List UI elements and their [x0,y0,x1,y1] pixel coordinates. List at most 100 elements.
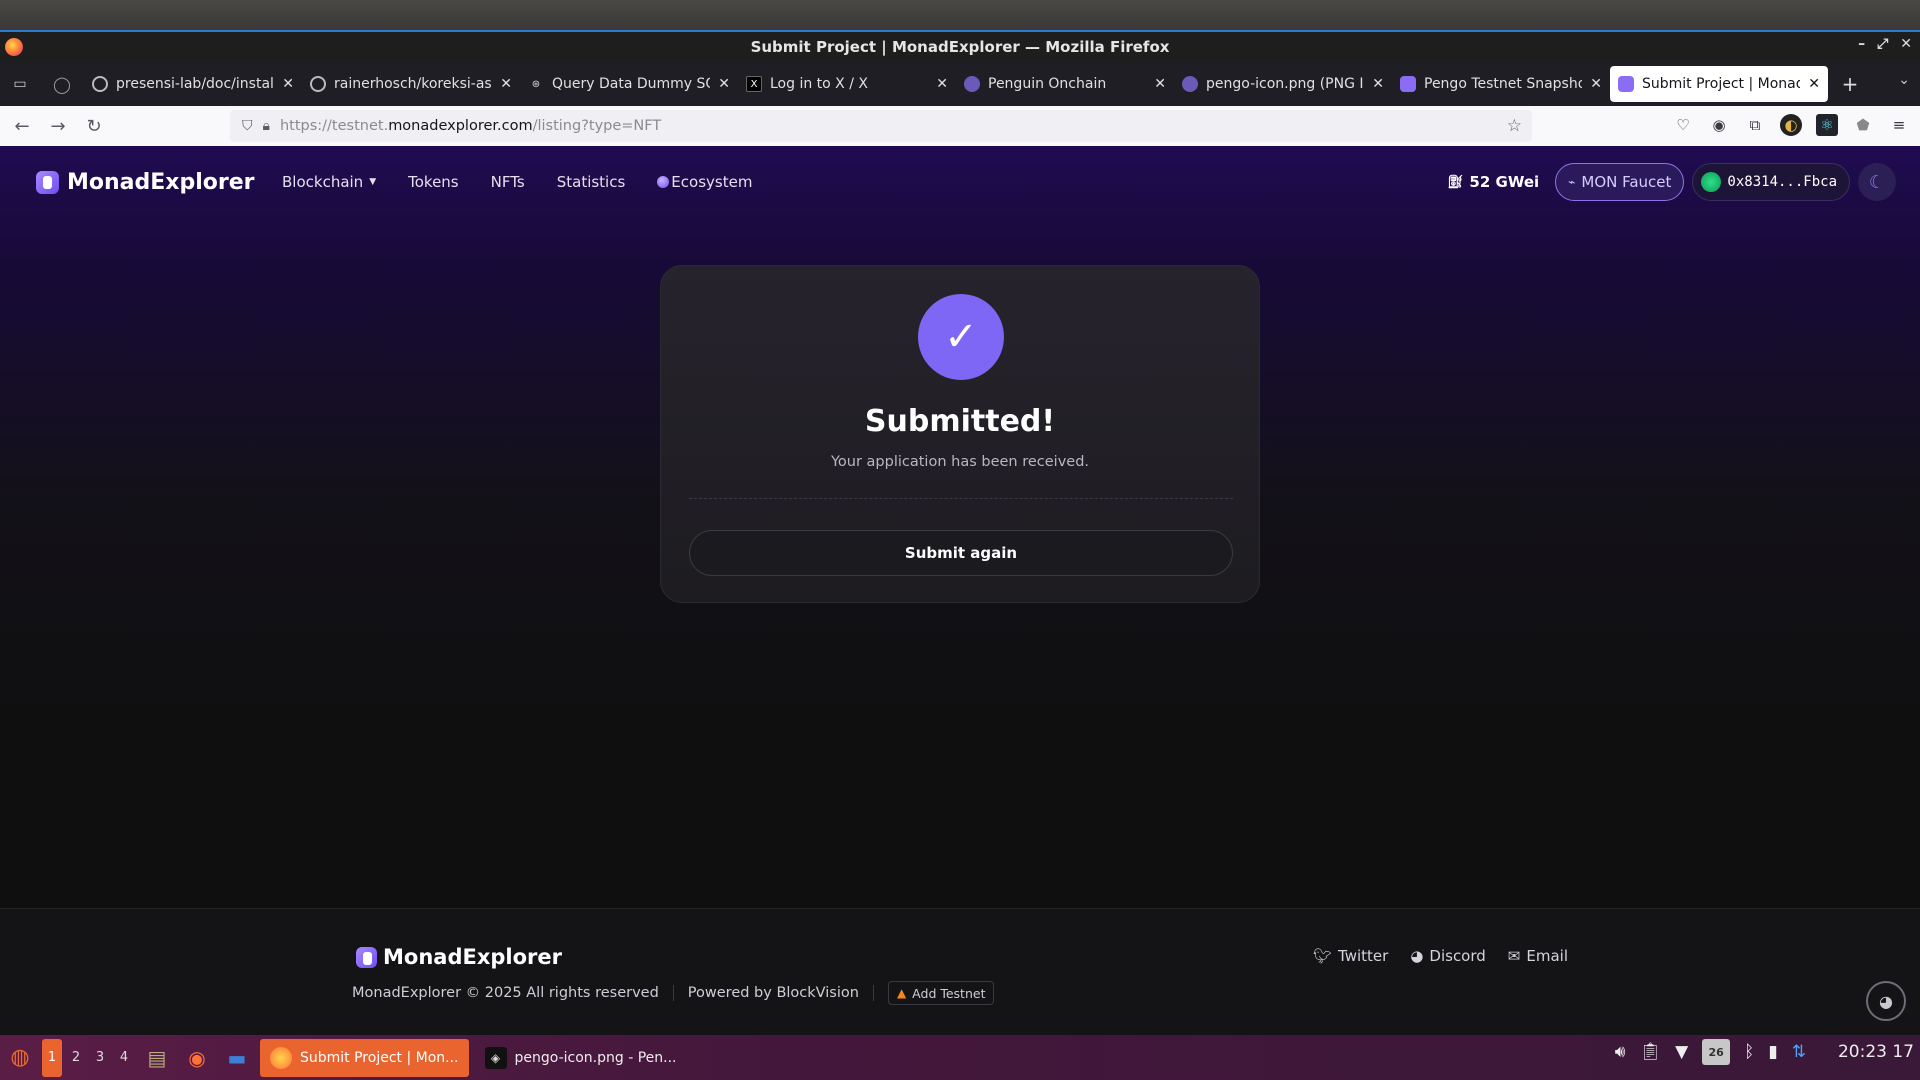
submission-card: ✓ Submitted! Your application has been r… [660,265,1260,603]
wifi-icon[interactable]: ▼ [1675,1042,1688,1062]
bookmark-star-icon[interactable]: ☆ [1507,116,1522,136]
theme-toggle-moon-icon[interactable]: ☾ [1858,163,1896,201]
menu-tokens[interactable]: Tokens [408,173,459,191]
tab-6[interactable]: Pengo Testnet Snapshot ✕ [1392,66,1610,102]
gas-pump-icon: ⛽︎ [1446,174,1464,190]
close-tab-icon[interactable]: ✕ [718,76,730,92]
close-tab-icon[interactable]: ✕ [282,76,294,92]
battery-icon[interactable]: 26 [1702,1039,1731,1065]
discord-support-icon[interactable]: ◕ [1866,981,1906,1021]
close-tab-icon[interactable]: ✕ [1590,76,1602,92]
files-app-icon[interactable]: ▤ [140,1041,174,1075]
notification-icon[interactable]: ▮ [1768,1042,1777,1062]
tab-0[interactable]: presensi-lab/doc/installa ✕ [84,66,302,102]
tab-4[interactable]: Penguin Onchain ✕ [956,66,1174,102]
menu-blockchain[interactable]: Blockchain ▼ [282,173,376,191]
workspace-2[interactable]: 2 [66,1039,86,1077]
url-text[interactable]: https://testnet.monadexplorer.com/listin… [280,118,661,134]
email-link[interactable]: ✉ Email [1508,947,1568,965]
bluetooth-icon[interactable]: ᛒ [1744,1042,1754,1062]
close-tab-icon[interactable]: ✕ [1808,76,1820,92]
pinned-tab-github[interactable]: ◯ [40,66,84,102]
footer-brand[interactable]: MonadExplorer [356,945,562,969]
mon-faucet-button[interactable]: ⌁ MON Faucet [1555,163,1685,201]
extension-wallet-icon[interactable]: ◐ [1780,114,1802,136]
monad-icon [1400,76,1416,92]
pocket-icon[interactable]: ♡ [1672,114,1694,136]
firefox-app-icon[interactable]: ◉ [180,1041,214,1075]
clock[interactable]: 20:23 17 [1838,1042,1914,1062]
clipboard-icon[interactable]: 📋︎ [1639,1042,1661,1062]
ecosystem-icon [657,176,670,188]
extensions-icon[interactable]: ⧉ [1744,114,1766,136]
url-bar[interactable]: ⛉ 🔒︎ https://testnet.monadexplorer.com/l… [230,110,1532,142]
account-icon[interactable]: ◉ [1708,114,1730,136]
close-tab-icon[interactable]: ✕ [936,76,948,92]
back-icon[interactable]: ← [4,108,40,144]
x-icon: X [746,76,762,92]
menu-icon[interactable]: ≡ [1888,114,1910,136]
header-actions: ⛽︎ 52 GWei ⌁ MON Faucet 0x8314...Fbca ☾ [1447,163,1896,201]
firefox-logo-icon [5,38,23,56]
close-tab-icon[interactable]: ✕ [1372,76,1384,92]
wallet-address: 0x8314...Fbca [1727,174,1837,190]
taskbar-window-image-viewer[interactable]: ◈ pengo-icon.png - Pen... [475,1039,687,1077]
tab-bar: ▭ ◯ presensi-lab/doc/installa ✕ rainerhos… [0,62,1920,106]
taskbar-window-label: pengo-icon.png - Pen... [514,1049,677,1066]
forward-icon[interactable]: → [40,108,76,144]
extension-react-icon[interactable]: ⚛ [1816,114,1838,136]
workspace-4[interactable]: 4 [114,1039,134,1077]
faucet-drop-icon: ⌁ [1568,175,1576,189]
add-testnet-button[interactable]: ▲ Add Testnet [887,981,995,1005]
tab-7-active[interactable]: Submit Project | MonadE ✕ [1610,66,1828,102]
volume-icon[interactable]: 🔊︎ [1615,1042,1626,1062]
footer-social-links: 🐦︎ Twitter ◕ Discord ✉ Email [1313,947,1568,965]
menu-ecosystem[interactable]: Ecosystem [657,173,752,191]
tab-1[interactable]: rainerhosch/koreksi-asis ✕ [302,66,520,102]
penguin-icon [964,76,980,92]
twitter-link[interactable]: 🐦︎ Twitter [1313,947,1388,965]
discord-icon: ◕ [1410,947,1424,965]
close-tab-icon[interactable]: ✕ [1154,76,1166,92]
tab-5[interactable]: pengo-icon.png (PNG Im ✕ [1174,66,1392,102]
site-brand[interactable]: MonadExplorer [36,170,255,195]
wallet-button[interactable]: 0x8314...Fbca [1692,163,1850,201]
desktop-app-icon[interactable]: ▬ [220,1041,254,1075]
window-controls: – ⤢ ✕ [1858,36,1912,52]
submit-again-button[interactable]: Submit again [689,530,1233,576]
firefox-icon [270,1046,292,1069]
tab-2[interactable]: ⊛ Query Data Dummy SQL ✕ [520,66,738,102]
minimize-icon[interactable]: – [1858,36,1865,52]
discord-label: Discord [1429,947,1486,965]
workspace-1[interactable]: 1 [42,1038,62,1077]
extension-shield-icon[interactable]: ⬟ [1852,114,1874,136]
list-all-tabs-icon[interactable]: ⌄ [1898,72,1910,88]
tab-3[interactable]: X Log in to X / X ✕ [738,66,956,102]
gas-value: 52 GWei [1469,173,1540,191]
menu-statistics[interactable]: Statistics [557,173,626,191]
lock-icon[interactable]: 🔒︎ [263,118,270,134]
close-window-icon[interactable]: ✕ [1900,36,1912,52]
window-title: Submit Project | MonadExplorer — Mozilla… [750,38,1170,56]
shield-icon[interactable]: ⛉ [242,118,253,134]
taskbar-window-firefox[interactable]: Submit Project | Mon... [260,1038,469,1077]
main-menu: Blockchain ▼ Tokens NFTs Statistics Ecosy… [282,173,752,191]
menu-nfts[interactable]: NFTs [491,173,525,191]
close-tab-icon[interactable]: ✕ [500,76,512,92]
powered-by-link[interactable]: Powered by BlockVision [688,985,859,1001]
ubuntu-menu-icon[interactable]: ◍ [2,1040,38,1076]
image-viewer-icon: ◈ [484,1046,507,1069]
faucet-label: MON Faucet [1581,173,1672,191]
extension-icons: ♡ ◉ ⧉ ◐ ⚛ ⬟ ≡ [1672,114,1910,136]
email-label: Email [1526,947,1568,965]
workspace-3[interactable]: 3 [90,1039,110,1077]
reload-icon[interactable]: ↻ [76,108,112,144]
new-tab-button[interactable]: + [1832,66,1868,102]
github-icon [92,76,108,92]
discord-link[interactable]: ◕ Discord [1410,947,1485,965]
view-recent-icon[interactable]: ▭ [0,62,40,106]
maximize-icon[interactable]: ⤢ [1877,36,1888,52]
site-footer: MonadExplorer 🐦︎ Twitter ◕ Discord ✉ Email … [0,908,1920,1035]
update-icon[interactable]: ⇅ [1792,1042,1806,1062]
chevron-down-icon: ▼ [369,177,377,187]
